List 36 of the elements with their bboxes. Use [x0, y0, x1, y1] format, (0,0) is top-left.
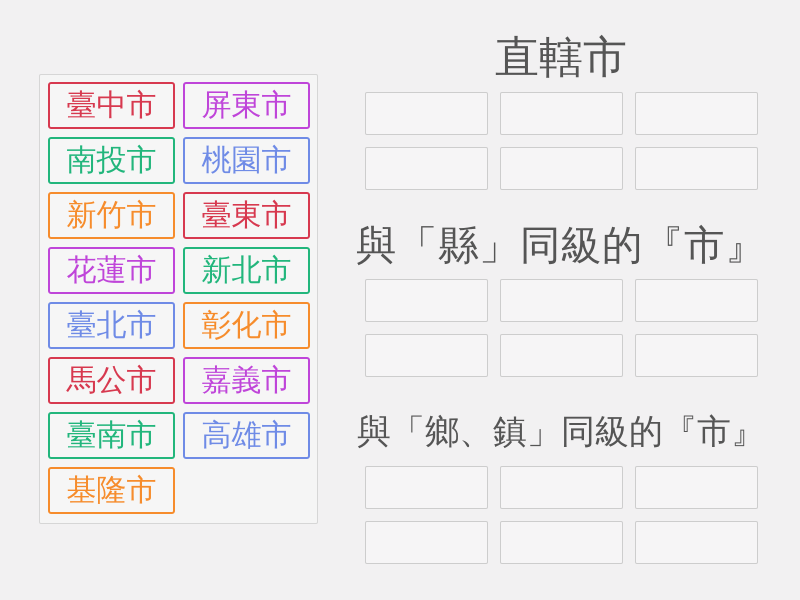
drop-slot[interactable] [634, 521, 758, 564]
city-tile[interactable]: 基隆市 [48, 467, 175, 514]
drop-slot[interactable] [364, 147, 488, 190]
city-tile[interactable]: 臺北市 [48, 302, 175, 349]
drop-slot[interactable] [634, 466, 758, 509]
city-tile[interactable]: 馬公市 [48, 357, 175, 404]
drop-slot[interactable] [364, 334, 488, 377]
drop-slot[interactable] [500, 279, 622, 322]
drop-slot[interactable] [364, 92, 488, 135]
city-tile[interactable]: 花蓮市 [48, 247, 175, 294]
drop-slot[interactable] [634, 92, 758, 135]
drop-slot[interactable] [364, 521, 488, 564]
city-tile[interactable]: 新北市 [183, 247, 310, 294]
category-heading: 直轄市 [495, 33, 627, 83]
drop-slot[interactable] [500, 521, 622, 564]
city-tile[interactable]: 彰化市 [183, 302, 310, 349]
city-tile[interactable]: 新竹市 [48, 192, 175, 239]
drop-slot[interactable] [500, 334, 622, 377]
city-tile[interactable]: 屏東市 [183, 82, 310, 129]
drop-slot[interactable] [634, 279, 758, 322]
city-tile[interactable]: 臺中市 [48, 82, 175, 129]
city-tile[interactable]: 南投市 [48, 137, 175, 184]
city-tile[interactable]: 高雄市 [183, 412, 310, 459]
category-heading: 與「縣」同級的『市』 [356, 220, 766, 270]
category-heading: 與「鄉、鎮」同級的『市』 [357, 411, 765, 454]
drop-slot[interactable] [634, 147, 758, 190]
drop-slot[interactable] [500, 92, 622, 135]
city-tile[interactable]: 臺南市 [48, 412, 175, 459]
drop-slot[interactable] [634, 334, 758, 377]
city-tile[interactable]: 桃園市 [183, 137, 310, 184]
drop-slot[interactable] [500, 466, 622, 509]
city-tile[interactable]: 臺東市 [183, 192, 310, 239]
drop-slot[interactable] [364, 466, 488, 509]
city-tile[interactable]: 嘉義市 [183, 357, 310, 404]
drop-slot[interactable] [500, 147, 622, 190]
drop-slot[interactable] [364, 279, 488, 322]
